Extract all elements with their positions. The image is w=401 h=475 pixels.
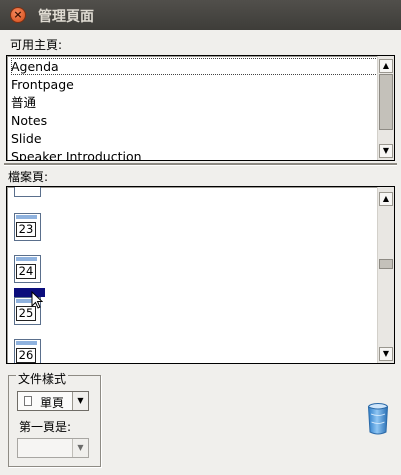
separator (4, 163, 397, 166)
list-item[interactable]: Notes (11, 112, 47, 130)
list-item[interactable]: Speaker Introduction (11, 148, 142, 160)
available-pages-label: 可用主頁: (10, 38, 63, 52)
scroll-down-arrow-icon[interactable]: ▼ (379, 347, 393, 361)
window-title: 管理頁面 (38, 9, 94, 25)
layout-select-value: 單頁 (40, 396, 65, 410)
document-pages-scrollbar[interactable]: ▲ ▼ (377, 187, 394, 363)
list-item[interactable]: 普通 (11, 94, 36, 112)
page-number: 24 (16, 264, 36, 279)
scroll-thumb[interactable] (379, 259, 393, 269)
trash-icon[interactable] (367, 402, 389, 436)
mouse-pointer-icon (31, 291, 43, 309)
page-thumbnail[interactable]: 26 (14, 339, 41, 363)
scroll-up-arrow-icon[interactable]: ▲ (379, 192, 393, 206)
page-number: 23 (16, 222, 36, 237)
close-icon: × (13, 8, 23, 21)
title-bar: × 管理頁面 (0, 0, 401, 30)
list-item[interactable]: Slide (11, 130, 42, 148)
scroll-up-arrow-icon[interactable]: ▲ (379, 59, 393, 73)
page-thumbnail[interactable]: 24 (14, 255, 41, 283)
page-number: 26 (16, 348, 36, 363)
first-page-label: 第一頁是: (19, 420, 72, 434)
list-item[interactable]: Frontpage (11, 76, 74, 94)
document-pages-label: 檔案頁: (8, 170, 49, 184)
chevron-down-icon[interactable]: ▼ (72, 439, 88, 457)
document-pages-list[interactable]: 23 24 25 26 ▲ ▼ (6, 186, 395, 364)
document-style-label: 文件樣式 (16, 370, 69, 387)
list-item[interactable]: Agenda (11, 58, 59, 76)
single-page-icon (24, 396, 32, 406)
layout-select[interactable]: 單頁 ▼ (17, 391, 89, 411)
chevron-down-icon[interactable]: ▼ (72, 392, 88, 410)
available-pages-scrollbar[interactable]: ▲ ▼ (377, 56, 394, 160)
scroll-down-arrow-icon[interactable]: ▼ (379, 144, 393, 158)
selected-row-outline (11, 58, 378, 75)
close-button[interactable]: × (10, 7, 26, 23)
manage-pages-window: × 管理頁面 可用主頁: Agenda Frontpage 普通 Notes S… (0, 0, 401, 475)
first-page-select[interactable]: ▼ (17, 438, 89, 458)
page-thumbnail[interactable]: 23 (14, 213, 41, 241)
page-icon (14, 187, 41, 197)
available-pages-list[interactable]: Agenda Frontpage 普通 Notes Slide Speaker … (6, 55, 395, 161)
scroll-thumb[interactable] (379, 74, 393, 130)
page-thumbnail[interactable] (14, 187, 41, 197)
